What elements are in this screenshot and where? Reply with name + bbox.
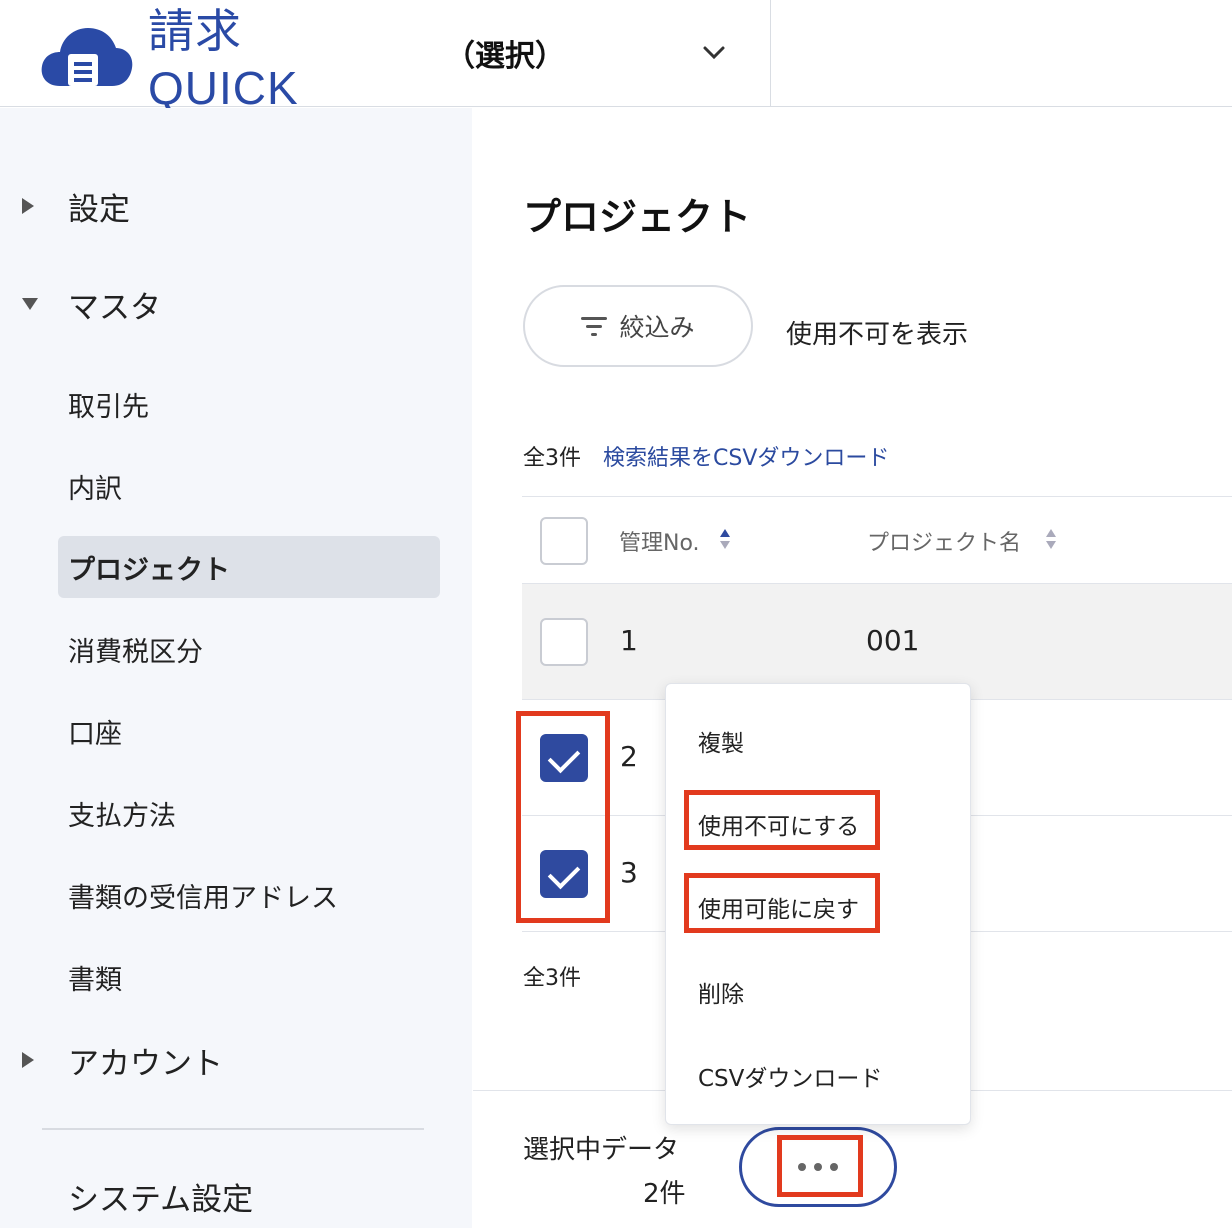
menu-item-delete[interactable]: 削除 [698, 975, 744, 1009]
select-all-checkbox[interactable] [540, 517, 588, 565]
sidebar-group-label: 設定 [68, 191, 130, 228]
organization-selector-label: （選択） [445, 39, 565, 74]
header-divider [770, 0, 771, 107]
csv-download-link[interactable]: 検索結果をCSVダウンロード [603, 440, 889, 472]
app-header: 請求QUICK （選択） [0, 0, 1232, 114]
app-logo[interactable]: 請求QUICK [40, 5, 380, 114]
sidebar-item-payment-method[interactable]: 支払方法 [58, 782, 440, 844]
sidebar-item-documents[interactable]: 書類 [58, 946, 440, 1008]
caret-down-icon [22, 298, 38, 310]
sidebar-item-project[interactable]: プロジェクト [58, 536, 440, 598]
sidebar-item-bank-account[interactable]: 口座 [58, 700, 440, 762]
filter-button-label: 絞込み [619, 313, 695, 342]
page-title: プロジェクト [523, 195, 752, 239]
cell-name: 001 [866, 624, 920, 657]
sidebar-item-breakdown[interactable]: 内訳 [58, 455, 440, 517]
selected-data-count: 2件 [643, 1179, 686, 1209]
sidebar-item-tax-category[interactable]: 消費税区分 [58, 618, 440, 680]
highlight-checkboxes [516, 711, 610, 923]
sidebar-item-receiving-address[interactable]: 書類の受信用アドレス [58, 864, 440, 926]
sidebar-divider [42, 1128, 424, 1130]
sidebar-group-system-settings[interactable]: システム設定 [0, 1166, 472, 1226]
sidebar-item-clients[interactable]: 取引先 [58, 373, 440, 435]
cell-no: 3 [620, 856, 638, 889]
filter-icon [581, 316, 608, 336]
sidebar-group-settings[interactable]: 設定 [0, 176, 472, 236]
sidebar: 設定 マスタ 取引先 内訳 プロジェクト 消費税区分 口座 支払方法 書類の受信… [0, 108, 472, 1228]
column-header-name[interactable]: プロジェクト名 [867, 525, 1021, 557]
cell-no: 1 [620, 624, 638, 657]
table-header: 管理No. プロジェクト名 [522, 496, 1232, 584]
highlight-more-button [777, 1135, 863, 1197]
cloud-document-icon [40, 22, 134, 88]
row-checkbox[interactable] [540, 618, 588, 666]
organization-selector[interactable]: （選択） [445, 30, 771, 76]
highlight-disable-item [684, 790, 880, 850]
result-count-bottom: 全3件 [523, 966, 581, 991]
highlight-enable-item [684, 873, 880, 933]
selected-data-label: 選択中データ [523, 1135, 680, 1165]
sort-icon[interactable] [1046, 527, 1056, 553]
logo-text: 請求QUICK [148, 5, 299, 114]
chevron-down-icon [700, 38, 728, 70]
filter-button[interactable]: 絞込み [523, 285, 753, 367]
show-disabled-toggle[interactable]: 使用不可を表示 [786, 314, 968, 351]
menu-item-csv-download[interactable]: CSVダウンロード [698, 1059, 882, 1093]
column-header-no[interactable]: 管理No. [619, 525, 700, 557]
sidebar-group-master[interactable]: マスタ [0, 274, 472, 334]
cell-no: 2 [620, 740, 638, 773]
result-count: 全3件 [523, 446, 581, 471]
sort-icon[interactable] [720, 527, 730, 553]
sidebar-group-label: システム設定 [68, 1181, 254, 1218]
sidebar-group-account[interactable]: アカウント [0, 1030, 472, 1090]
caret-right-icon [22, 198, 34, 214]
sidebar-group-label: マスタ [68, 289, 161, 326]
sidebar-group-label: アカウント [68, 1045, 223, 1082]
caret-right-icon [22, 1052, 34, 1068]
menu-item-duplicate[interactable]: 複製 [698, 724, 744, 758]
